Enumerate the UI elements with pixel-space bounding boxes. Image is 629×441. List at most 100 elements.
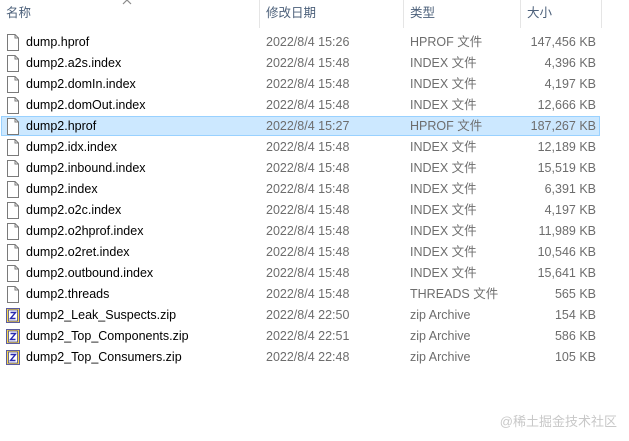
- column-header-size[interactable]: 大小: [521, 0, 601, 28]
- file-type: THREADS 文件: [410, 287, 499, 301]
- file-size: 4,396 KB: [544, 56, 596, 70]
- zip-archive-icon: [6, 349, 20, 366]
- file-type: INDEX 文件: [410, 140, 477, 154]
- file-name: dump2.threads: [26, 287, 110, 301]
- column-header-name-label: 名称: [6, 6, 32, 20]
- file-name: dump2.index: [26, 182, 98, 196]
- file-modified-date: 2022/8/4 15:48: [266, 245, 350, 259]
- file-name: dump2_Top_Components.zip: [26, 329, 189, 343]
- file-name: dump.hprof: [26, 35, 90, 49]
- file-type: HPROF 文件: [410, 35, 483, 49]
- file-type: INDEX 文件: [410, 224, 477, 238]
- file-modified-date: 2022/8/4 22:50: [266, 308, 350, 322]
- file-type: INDEX 文件: [410, 182, 477, 196]
- file-icon: [6, 202, 20, 219]
- zip-archive-icon: [6, 328, 20, 345]
- file-name: dump2.domOut.index: [26, 98, 146, 112]
- zip-archive-icon: [6, 307, 20, 324]
- file-name: dump2.inbound.index: [26, 161, 146, 175]
- file-modified-date: 2022/8/4 15:48: [266, 203, 350, 217]
- file-name: dump2.o2c.index: [26, 203, 122, 217]
- file-row[interactable]: dump2.domIn.index 2022/8/4 15:48 INDEX 文件 4…: [0, 74, 600, 95]
- file-size: 12,189 KB: [537, 140, 596, 154]
- file-row[interactable]: dump2.o2hprof.index 2022/8/4 15:48 INDEX 文…: [0, 221, 600, 242]
- column-header-date-label: 修改日期: [266, 6, 317, 20]
- file-icon: [6, 160, 20, 177]
- file-row[interactable]: dump2.o2c.index 2022/8/4 15:48 INDEX 文件 4,1…: [0, 200, 600, 221]
- file-size: 10,546 KB: [537, 245, 596, 259]
- file-modified-date: 2022/8/4 15:48: [266, 56, 350, 70]
- file-row[interactable]: dump2.a2s.index 2022/8/4 15:48 INDEX 文件 4,3…: [0, 53, 600, 74]
- file-modified-date: 2022/8/4 15:26: [266, 35, 350, 49]
- file-name: dump2.o2hprof.index: [26, 224, 144, 238]
- file-name: dump2.idx.index: [26, 140, 118, 154]
- file-size: 565 KB: [554, 287, 596, 301]
- file-modified-date: 2022/8/4 15:48: [266, 140, 350, 154]
- file-row[interactable]: dump2.idx.index 2022/8/4 15:48 INDEX 文件 12,…: [0, 137, 600, 158]
- file-size: 11,989 KB: [538, 224, 596, 238]
- file-icon: [6, 265, 20, 282]
- file-size: 4,197 KB: [544, 77, 596, 91]
- file-size: 6,391 KB: [544, 182, 596, 196]
- file-modified-date: 2022/8/4 22:48: [266, 350, 350, 364]
- file-size: 12,666 KB: [537, 98, 596, 112]
- file-type: INDEX 文件: [410, 77, 477, 91]
- file-row[interactable]: dump2_Top_Consumers.zip 2022/8/4 22:48 zip…: [0, 347, 600, 368]
- file-row[interactable]: dump2.o2ret.index 2022/8/4 15:48 INDEX 文件 1…: [0, 242, 600, 263]
- file-row[interactable]: dump.hprof 2022/8/4 15:26 HPROF 文件 147,456 …: [0, 32, 600, 53]
- file-icon: [6, 181, 20, 198]
- column-header-type-label: 类型: [410, 6, 436, 20]
- file-type: HPROF 文件: [410, 119, 483, 133]
- file-modified-date: 2022/8/4 15:48: [266, 287, 350, 301]
- column-divider[interactable]: [601, 0, 602, 28]
- file-icon: [6, 223, 20, 240]
- file-icon: [6, 55, 20, 72]
- file-modified-date: 2022/8/4 15:27: [266, 119, 350, 133]
- file-type: INDEX 文件: [410, 56, 477, 70]
- file-size: 187,267 KB: [530, 119, 596, 133]
- file-row[interactable]: dump2.index 2022/8/4 15:48 INDEX 文件 6,391 K…: [0, 179, 600, 200]
- file-row[interactable]: dump2.inbound.index 2022/8/4 15:48 INDEX 文…: [0, 158, 600, 179]
- file-modified-date: 2022/8/4 22:51: [266, 329, 350, 343]
- file-row[interactable]: dump2_Top_Components.zip 2022/8/4 22:51 zi…: [0, 326, 600, 347]
- file-name: dump2.hprof: [26, 119, 97, 133]
- file-icon: [6, 139, 20, 156]
- column-header-type[interactable]: 类型: [404, 0, 520, 28]
- watermark: @稀土掘金技术社区: [499, 414, 617, 429]
- file-row[interactable]: dump2.domOut.index 2022/8/4 15:48 INDEX 文件…: [0, 95, 600, 116]
- file-type: INDEX 文件: [410, 203, 477, 217]
- file-type: INDEX 文件: [410, 266, 477, 280]
- file-modified-date: 2022/8/4 15:48: [266, 161, 350, 175]
- file-row[interactable]: dump2.outbound.index 2022/8/4 15:48 INDEX …: [0, 263, 600, 284]
- file-icon: [6, 118, 20, 135]
- file-name: dump2_Leak_Suspects.zip: [26, 308, 177, 322]
- file-type: INDEX 文件: [410, 98, 477, 112]
- file-type: zip Archive: [410, 329, 471, 343]
- file-name: dump2.outbound.index: [26, 266, 154, 280]
- sort-ascending-icon: [122, 0, 132, 5]
- file-type: zip Archive: [410, 350, 471, 364]
- file-name: dump2.o2ret.index: [26, 245, 130, 259]
- file-name: dump2_Top_Consumers.zip: [26, 350, 182, 364]
- file-name: dump2.domIn.index: [26, 77, 136, 91]
- file-size: 154 KB: [554, 308, 596, 322]
- file-icon: [6, 34, 20, 51]
- file-size: 586 KB: [554, 329, 596, 343]
- file-modified-date: 2022/8/4 15:48: [266, 98, 350, 112]
- file-size: 4,197 KB: [544, 203, 596, 217]
- column-header-size-label: 大小: [527, 6, 553, 20]
- file-row[interactable]: dump2_Leak_Suspects.zip 2022/8/4 22:50 zip…: [0, 305, 600, 326]
- file-row[interactable]: dump2.hprof 2022/8/4 15:27 HPROF 文件 187,267…: [0, 116, 600, 137]
- file-modified-date: 2022/8/4 15:48: [266, 182, 350, 196]
- file-row[interactable]: dump2.threads 2022/8/4 15:48 THREADS 文件 565…: [0, 284, 600, 305]
- column-header-date[interactable]: 修改日期: [260, 0, 403, 28]
- file-type: INDEX 文件: [410, 161, 477, 175]
- file-size: 15,519 KB: [537, 161, 596, 175]
- file-icon: [6, 244, 20, 261]
- file-size: 147,456 KB: [530, 35, 596, 49]
- file-icon: [6, 286, 20, 303]
- file-type: INDEX 文件: [410, 245, 477, 259]
- file-size: 105 KB: [554, 350, 596, 364]
- file-icon: [6, 97, 20, 114]
- file-size: 15,641 KB: [537, 266, 596, 280]
